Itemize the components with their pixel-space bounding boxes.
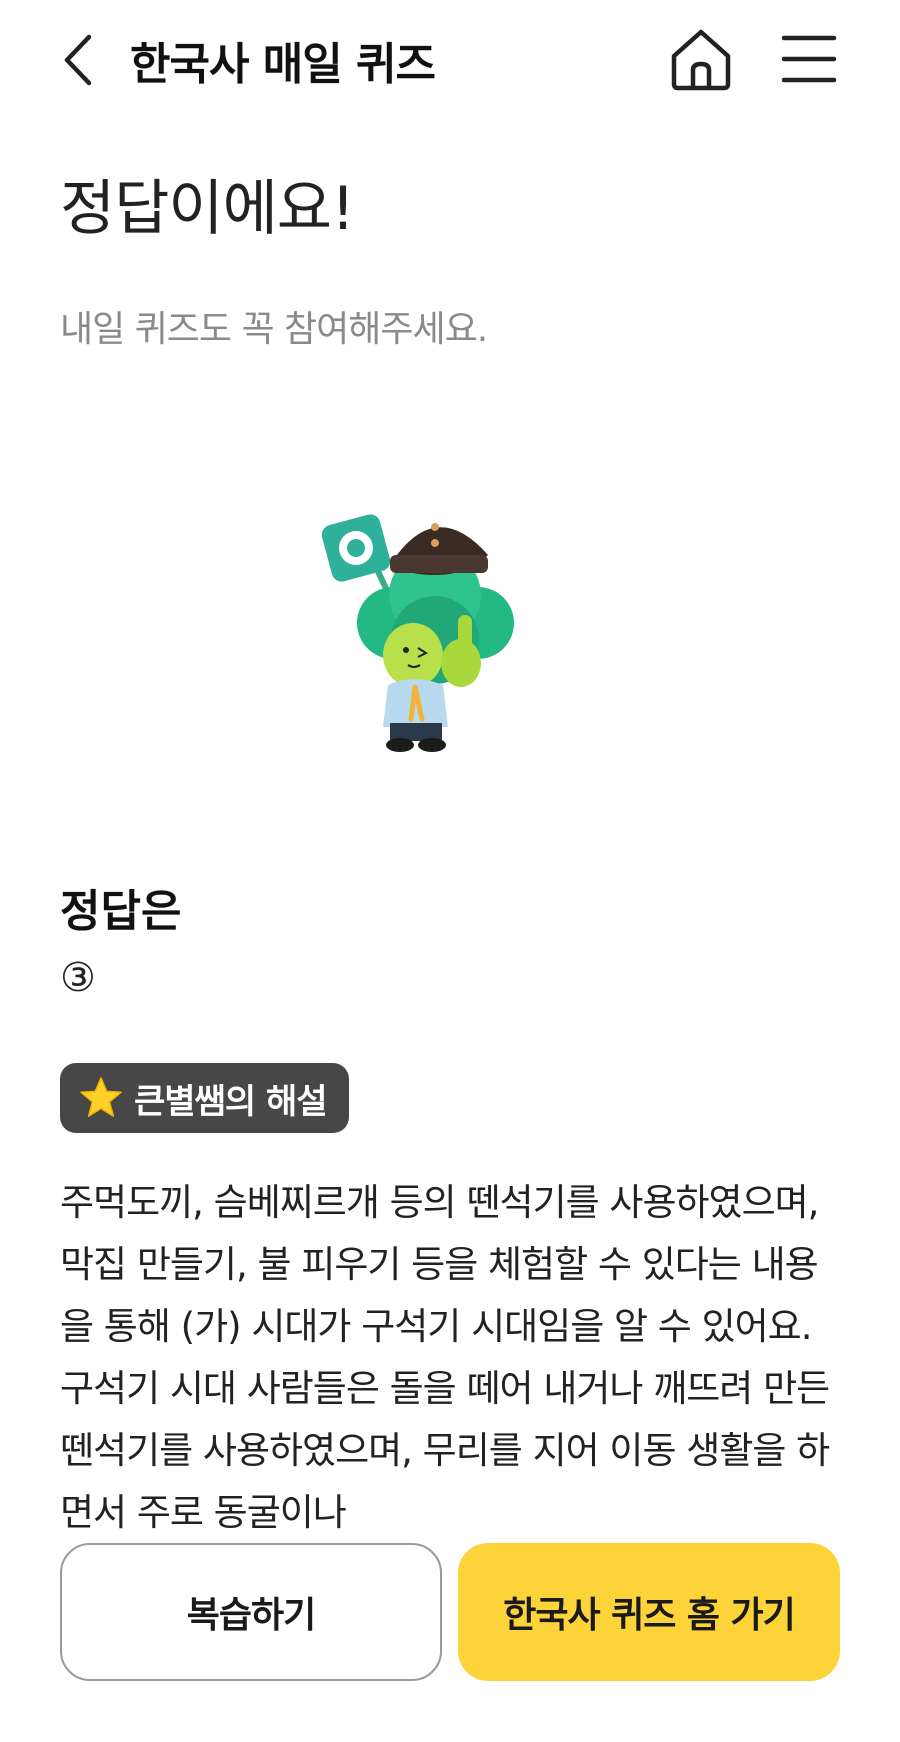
review-button[interactable]: 복습하기	[60, 1543, 442, 1681]
home-button[interactable]	[668, 26, 734, 92]
back-button[interactable]	[58, 30, 98, 90]
app-header: 한국사 매일 퀴즈	[0, 0, 900, 118]
mascot-character-image	[321, 514, 514, 752]
explanation-text: 주먹도끼, 슴베찌르개 등의 뗀석기를 사용하였으며, 막집 만들기, 불 피우…	[60, 1181, 830, 1534]
answer-value: ③	[60, 955, 96, 1001]
quiz-home-button[interactable]: 한국사 퀴즈 홈 가기	[458, 1543, 840, 1681]
home-icon	[671, 29, 731, 91]
star-icon	[80, 1077, 122, 1117]
result-title: 정답이에요!	[60, 174, 355, 244]
hamburger-menu-icon	[781, 35, 837, 83]
answer-label: 정답은	[60, 886, 182, 937]
menu-button[interactable]	[780, 32, 838, 86]
explanation-badge-label: 큰별쌤의 해설	[134, 1081, 328, 1122]
result-subtitle: 내일 퀴즈도 꼭 참여해주세요.	[60, 309, 488, 350]
page-title: 한국사 매일 퀴즈	[130, 39, 436, 90]
explanation-badge: 큰별쌤의 해설	[60, 1063, 349, 1133]
chevron-left-icon	[64, 34, 92, 86]
